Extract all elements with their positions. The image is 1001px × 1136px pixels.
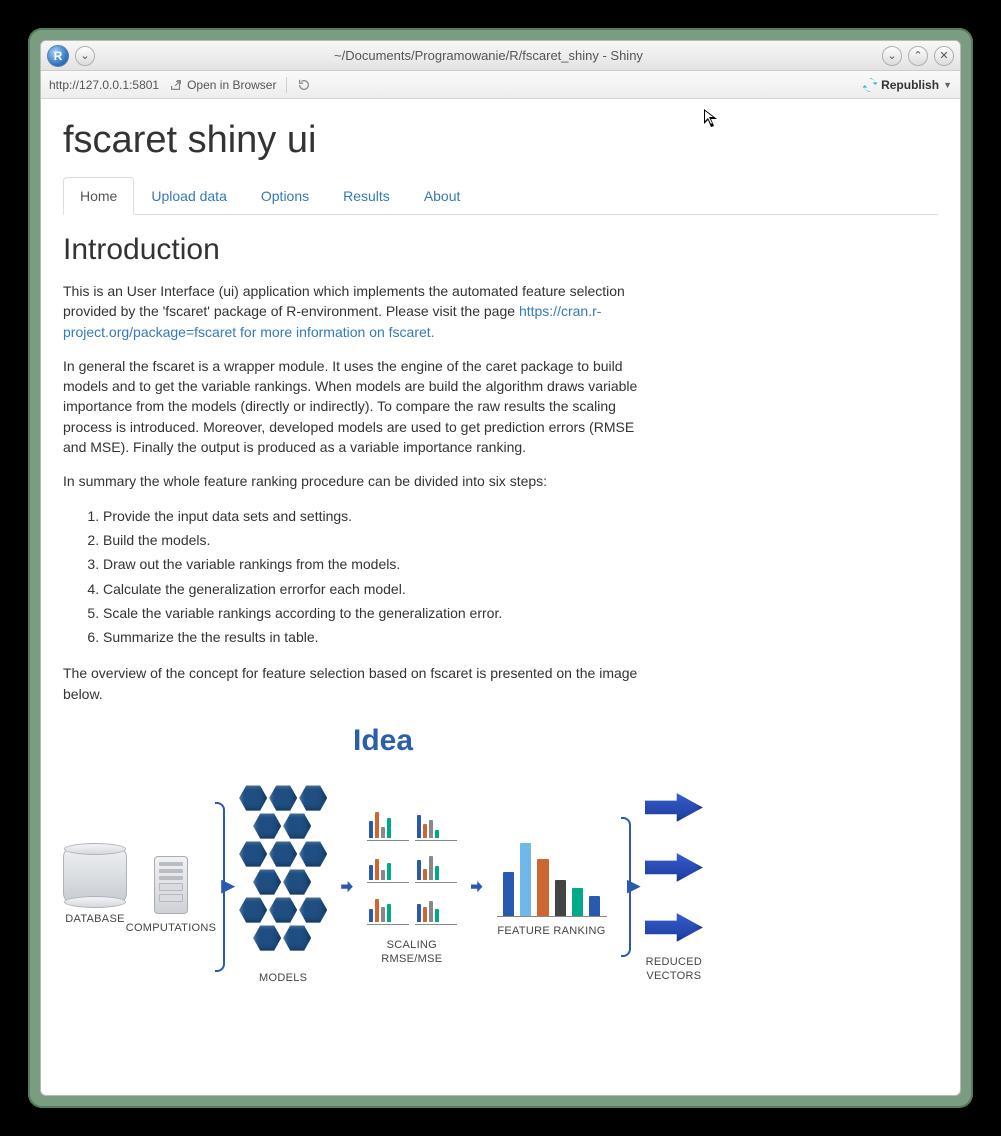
tab-options[interactable]: Options [244, 177, 326, 215]
window-maximize-button[interactable]: ⌃ [908, 46, 928, 66]
open-in-browser-label: Open in Browser [187, 78, 276, 92]
app-toolbar: http://127.0.0.1:5801 Open in Browser Re… [41, 71, 960, 99]
reduced-vectors-icon [645, 790, 703, 944]
steps-list: Provide the input data sets and settings… [103, 506, 643, 648]
url-display[interactable]: http://127.0.0.1:5801 [49, 78, 159, 92]
fanout-bracket-icon [215, 802, 225, 972]
tab-home[interactable]: Home [63, 177, 134, 215]
page-title: fscaret shiny ui [63, 119, 938, 162]
tab-bar: Home Upload data Options Results About [63, 176, 938, 215]
server-icon [154, 856, 188, 914]
intro-text: This is an User Interface (ui) applicati… [63, 281, 643, 704]
chevron-up-icon: ⌃ [913, 49, 922, 62]
flow-arrow-icon [471, 880, 483, 894]
feature-ranking-icon [497, 835, 607, 917]
app-window: R ⌄ ~/Documents/Programowanie/R/fscaret_… [40, 40, 961, 1096]
republish-label: Republish [881, 78, 939, 92]
content-area: fscaret shiny ui Home Upload data Option… [41, 99, 960, 1095]
step-item: Provide the input data sets and settings… [103, 506, 643, 526]
fanout-bracket-icon [621, 817, 631, 957]
intro-paragraph-2: In general the fscaret is a wrapper modu… [63, 356, 643, 457]
step-item: Scale the variable rankings according to… [103, 603, 643, 623]
step-item: Draw out the variable rankings from the … [103, 554, 643, 574]
section-heading: Introduction [63, 233, 938, 267]
step-item: Build the models. [103, 530, 643, 550]
models-label: MODELS [259, 972, 307, 985]
step-item: Summarize the the results in table. [103, 627, 643, 647]
popup-icon [169, 78, 183, 92]
chevron-down-icon: ⌄ [80, 49, 89, 62]
window-menu-button[interactable]: ⌄ [75, 46, 95, 66]
window-titlebar: R ⌄ ~/Documents/Programowanie/R/fscaret_… [41, 41, 960, 71]
scaling-label: SCALING RMSE/MSE [367, 939, 457, 965]
scaling-icon [367, 807, 457, 925]
database-label: DATABASE [65, 913, 124, 926]
intro-paragraph-1: This is an User Interface (ui) applicati… [63, 281, 643, 342]
open-in-browser-button[interactable]: Open in Browser [169, 78, 276, 92]
intro-paragraph-4: The overview of the concept for feature … [63, 663, 643, 704]
database-icon [63, 847, 127, 905]
reload-button[interactable] [297, 78, 311, 92]
window-close-button[interactable]: ✕ [934, 46, 954, 66]
reduced-vectors-label: REDUCED VECTORS [645, 956, 703, 982]
feature-ranking-label: FEATURE RANKING [497, 925, 605, 938]
concept-diagram: Idea DATABASE COMPUTATIONS [63, 724, 703, 985]
tab-about[interactable]: About [407, 177, 478, 215]
diagram-title: Idea [63, 724, 703, 758]
tab-upload-data[interactable]: Upload data [134, 177, 244, 215]
window-title: ~/Documents/Programowanie/R/fscaret_shin… [101, 48, 876, 63]
r-logo-icon: R [47, 45, 69, 67]
step-item: Calculate the generalization errorfor ea… [103, 579, 643, 599]
flow-arrow-icon [341, 880, 353, 894]
window-minimize-button[interactable]: ⌄ [882, 46, 902, 66]
toolbar-divider [286, 77, 287, 93]
close-icon: ✕ [939, 49, 948, 62]
tab-results[interactable]: Results [326, 177, 407, 215]
intro-paragraph-3: In summary the whole feature ranking pro… [63, 471, 643, 491]
publish-icon [863, 78, 877, 92]
republish-button[interactable]: Republish ▼ [863, 78, 952, 92]
computations-label: COMPUTATIONS [126, 922, 217, 935]
chevron-down-icon: ⌄ [887, 49, 896, 62]
dropdown-caret-icon: ▼ [943, 80, 952, 90]
models-icon [239, 784, 327, 950]
